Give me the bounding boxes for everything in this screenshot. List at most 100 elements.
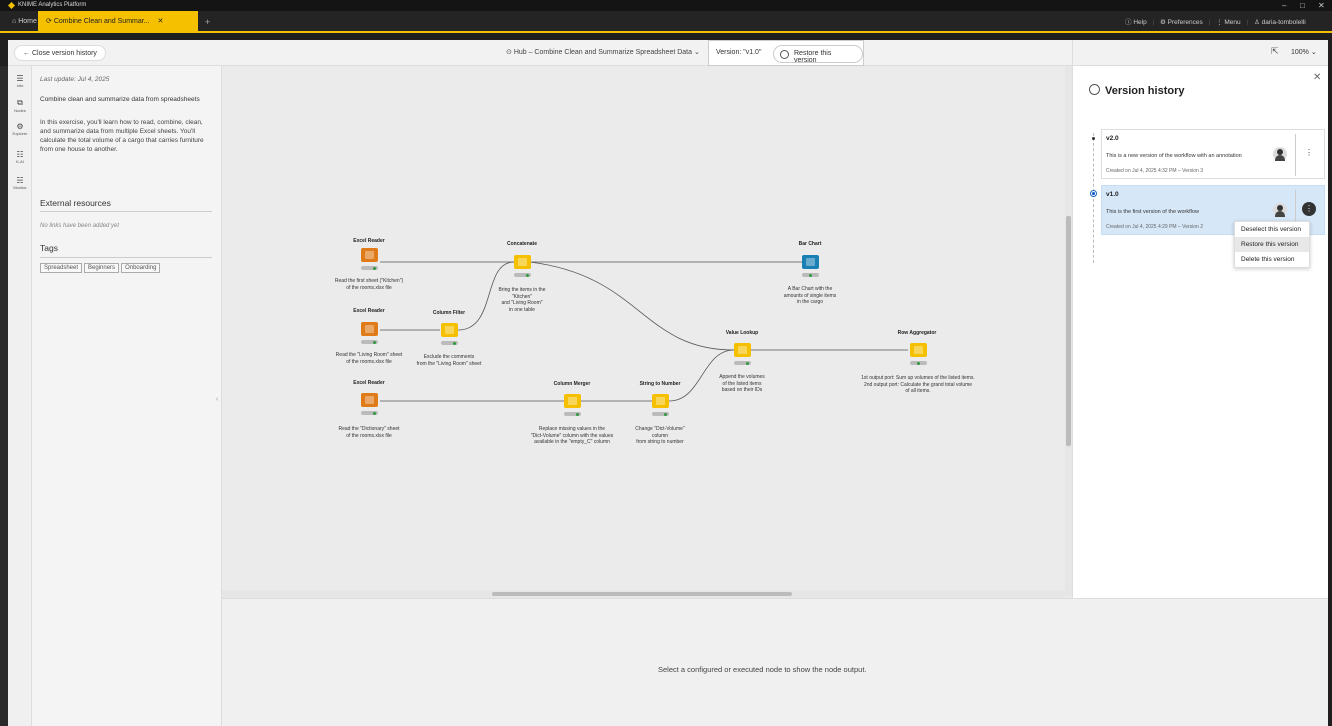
preferences-button[interactable]: Preferences: [1168, 19, 1203, 26]
tag[interactable]: Onboarding: [121, 263, 161, 273]
node-status: [361, 411, 378, 415]
status-dot: [576, 412, 579, 416]
node-title: Excel Reader: [353, 308, 385, 314]
hub-path-label: Hub – Combine Clean and Summarize Spread…: [513, 49, 693, 56]
collapse-panel-icon[interactable]: ‹: [216, 396, 218, 403]
excel-reader-node[interactable]: [361, 322, 378, 336]
annotation-line: from the "Living Room" sheet: [416, 360, 482, 367]
column-filter-node[interactable]: [441, 323, 458, 337]
zoom-control[interactable]: 100% ⌄: [1291, 48, 1317, 56]
filter-icon: [445, 326, 454, 334]
close-window-button[interactable]: ✕: [1318, 1, 1325, 10]
node-title: Column Merger: [553, 381, 591, 387]
value-lookup-node[interactable]: [734, 343, 751, 357]
status-dot: [373, 340, 376, 344]
tag-list: Spreadsheet Beginners Onboarding: [40, 263, 161, 273]
status-dot: [809, 273, 812, 277]
version-card[interactable]: v2.0 This is a new version of the workfl…: [1101, 129, 1325, 179]
node-annotation: Read the first sheet ("Kitchen") of the …: [314, 278, 424, 291]
node-title: Excel Reader: [353, 380, 385, 386]
node-title: Excel Reader: [353, 238, 385, 244]
knime-logo-icon: [8, 2, 15, 9]
monitor-icon: ☵: [16, 176, 24, 185]
nodes-icon: ⧉: [17, 98, 23, 107]
close-icon[interactable]: ✕: [1313, 72, 1321, 83]
menu-item-deselect[interactable]: Deselect this version: [1235, 222, 1309, 237]
nav-info[interactable]: ☰ Info: [8, 74, 32, 88]
close-tab-icon[interactable]: ✕: [157, 18, 163, 25]
maximize-button[interactable]: □: [1300, 1, 1305, 10]
convert-icon: [656, 397, 665, 405]
help-button[interactable]: Help: [1133, 19, 1146, 26]
arrow-left-icon: ←: [23, 50, 32, 57]
scroll-thumb[interactable]: [492, 592, 792, 596]
tag[interactable]: Spreadsheet: [40, 263, 83, 273]
close-version-history-label: Close version history: [31, 50, 97, 57]
nav-monitor[interactable]: ☵ Monitor: [8, 176, 32, 190]
node-status: [802, 273, 819, 277]
node-annotation: Exclude the comments from the "Living Ro…: [394, 354, 504, 367]
explorer-icon: ⚙: [16, 122, 24, 131]
nav-kai[interactable]: ☷ K-AI: [8, 150, 32, 164]
annotation-line: of all items.: [905, 388, 931, 394]
excel-icon: [365, 251, 374, 259]
bar-chart-node[interactable]: [802, 255, 819, 269]
node-title: Concatenate: [506, 241, 537, 247]
node-status: [652, 412, 669, 416]
annotation-line: 1st output port: Sum up volumes of the l…: [861, 375, 975, 381]
horizontal-scrollbar[interactable]: [222, 590, 1065, 598]
gear-icon: ⚙: [1160, 19, 1168, 26]
tab-workflow[interactable]: ⟳ Combine Clean and Summar... ✕: [38, 11, 198, 31]
user-button[interactable]: daria-tombolelli: [1262, 19, 1306, 26]
menu-item-delete[interactable]: Delete this version: [1235, 252, 1309, 267]
string-to-number-node[interactable]: [652, 394, 669, 408]
version-description: This is the first version of the workflo…: [1106, 209, 1199, 215]
annotation-line: in one table: [509, 306, 535, 313]
node-annotation: Read the "Dictionary" sheet of the rooms…: [314, 426, 424, 439]
concatenate-node[interactable]: [514, 255, 531, 269]
cursor-icon[interactable]: ⇱: [1271, 46, 1279, 57]
lookup-icon: [738, 346, 747, 354]
scroll-thumb[interactable]: [1066, 216, 1071, 446]
nav-nodes-label: Nodes: [14, 108, 26, 113]
history-icon: [780, 50, 789, 59]
column-merger-node[interactable]: [564, 394, 581, 408]
kebab-icon[interactable]: ⋮: [1302, 146, 1316, 160]
version-label: Version: "v1.0": [716, 49, 762, 56]
nav-nodes[interactable]: ⧉ Nodes: [8, 98, 32, 113]
left-edge: [0, 66, 8, 726]
nav-kai-label: K-AI: [16, 159, 24, 164]
breadcrumb[interactable]: ⊙ Hub – Combine Clean and Summarize Spre…: [506, 48, 700, 56]
kai-icon: ☷: [16, 150, 24, 159]
divider: [0, 33, 1332, 40]
excel-reader-node[interactable]: [361, 393, 378, 407]
side-nav: ☰ Info ⧉ Nodes ⚙ Explorer ☷ K-AI ☵ Monitor: [8, 66, 32, 726]
vertical-scrollbar[interactable]: [1065, 66, 1072, 596]
close-version-history-button[interactable]: ← Close version history: [14, 45, 106, 61]
node-title: String to Number: [639, 381, 681, 387]
menu-item-restore[interactable]: Restore this version: [1235, 237, 1309, 252]
minimize-button[interactable]: –: [1282, 1, 1286, 10]
status-dot: [373, 266, 376, 270]
annotation-line: in the cargo: [796, 299, 824, 305]
zoom-level: 100%: [1291, 49, 1309, 56]
workflow-description: In this exercise, you'll learn how to re…: [40, 119, 204, 153]
row-aggregator-node[interactable]: [910, 343, 927, 357]
node-annotation: 1st output port: Sum up volumes of the l…: [838, 375, 998, 395]
tag[interactable]: Beginners: [84, 263, 120, 273]
window-title: KNIME Analytics Platform: [18, 2, 87, 8]
restore-version-button[interactable]: Restore this version: [773, 45, 863, 64]
new-tab-button[interactable]: +: [205, 17, 210, 27]
version-radio[interactable]: [1090, 190, 1097, 197]
annotation-line: of the rooms.xlsx file: [346, 284, 392, 291]
menu-button[interactable]: Menu: [1224, 19, 1240, 26]
kebab-icon[interactable]: ⋮: [1302, 202, 1316, 216]
nav-explorer[interactable]: ⚙ Explorer: [8, 122, 32, 136]
workflow-canvas[interactable]: Excel Reader Read the first sheet ("Kitc…: [222, 66, 1072, 598]
status-dot: [917, 361, 920, 365]
version-name: v1.0: [1106, 191, 1119, 198]
last-update: Last update: Jul 4, 2025: [40, 76, 110, 83]
nav-monitor-label: Monitor: [13, 185, 27, 190]
annotation-line: from string to number: [636, 439, 684, 445]
excel-reader-node[interactable]: [361, 248, 378, 262]
